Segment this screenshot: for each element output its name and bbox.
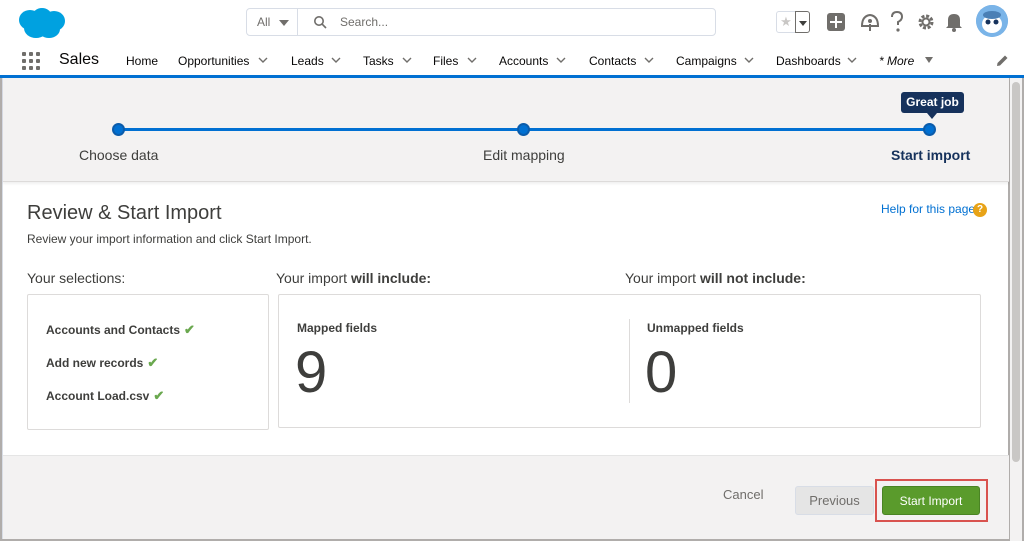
list-item: Add new records ✔ — [46, 355, 158, 371]
favorites-dropdown-icon[interactable] — [795, 11, 810, 33]
search-input[interactable]: Search... — [340, 15, 388, 29]
gear-icon[interactable] — [916, 12, 936, 32]
will-include-heading-prefix: Your import — [276, 270, 351, 286]
import-summary-panel: Mapped fields 9 Unmapped fields 0 — [278, 294, 981, 428]
page-subtitle: Review your import information and click… — [27, 232, 312, 246]
app-launcher-icon[interactable] — [22, 52, 40, 70]
selections-heading: Your selections: — [27, 270, 126, 286]
step-marker-edit-mapping — [517, 123, 530, 136]
chevron-down-icon[interactable] — [258, 56, 268, 64]
list-item: Account Load.csv ✔ — [46, 388, 164, 404]
great-job-tooltip: Great job — [901, 92, 964, 119]
trailhead-icon[interactable] — [859, 12, 881, 32]
selections-panel: Accounts and Contacts ✔ Add new records ✔ … — [27, 294, 269, 430]
chevron-down-icon[interactable] — [467, 56, 477, 64]
scrollbar-thumb[interactable] — [1012, 82, 1020, 462]
previous-button[interactable]: Previous — [795, 486, 874, 515]
header-utility-icons: ★ — [776, 5, 1016, 37]
global-actions-icon[interactable] — [826, 12, 846, 32]
chevron-down-icon[interactable] — [556, 56, 566, 64]
start-import-button[interactable]: Start Import — [882, 486, 980, 515]
content-area: Great job Choose data Edit mapping Start… — [0, 78, 1024, 541]
edit-pencil-icon[interactable] — [996, 54, 1009, 67]
bell-icon[interactable] — [945, 12, 963, 32]
help-question-icon[interactable]: ? — [973, 203, 987, 217]
star-icon[interactable]: ★ — [776, 11, 796, 33]
nav-item-accounts[interactable]: Accounts — [499, 54, 548, 68]
chevron-down-icon[interactable] — [847, 56, 857, 64]
scrollbar[interactable] — [1010, 78, 1022, 541]
cancel-button[interactable]: Cancel — [723, 487, 763, 502]
import-progress-path: Great job Choose data Edit mapping Start… — [3, 78, 1009, 182]
search-scope-select[interactable]: All — [247, 9, 298, 35]
help-icon[interactable] — [890, 11, 904, 33]
user-avatar-icon — [976, 5, 1008, 37]
salesforce-logo[interactable] — [14, 6, 66, 40]
chevron-down-icon[interactable] — [331, 56, 341, 64]
nav-item-campaigns[interactable]: Campaigns — [676, 54, 737, 68]
mapped-fields-count: 9 — [295, 340, 328, 405]
nav-item-files[interactable]: Files — [433, 54, 458, 68]
will-not-include-heading-bold: will not include: — [699, 270, 806, 286]
nav-item-dashboards[interactable]: Dashboards — [776, 54, 841, 68]
checkmark-icon: ✔ — [184, 322, 195, 337]
chevron-down-icon[interactable] — [644, 56, 654, 64]
step-label-choose-data: Choose data — [79, 147, 159, 163]
list-item: Accounts and Contacts ✔ — [46, 322, 195, 338]
nav-item-leads[interactable]: Leads — [291, 54, 324, 68]
summary-divider — [629, 319, 630, 403]
global-search[interactable]: All Search... — [246, 8, 716, 36]
will-not-include-heading-prefix: Your import — [625, 270, 700, 286]
help-link[interactable]: Help for this page — [881, 202, 975, 216]
nav-item-more[interactable]: * More — [879, 54, 914, 68]
caret-down-icon[interactable] — [924, 56, 934, 64]
chevron-down-icon[interactable] — [744, 56, 754, 64]
unmapped-fields-label: Unmapped fields — [647, 321, 744, 335]
search-icon — [314, 16, 327, 29]
app-name: Sales — [59, 51, 100, 68]
checkmark-icon: ✔ — [153, 388, 165, 403]
nav-item-home[interactable]: Home — [126, 54, 158, 68]
step-label-edit-mapping: Edit mapping — [483, 147, 565, 163]
step-marker-choose-data — [112, 123, 125, 136]
chevron-down-icon[interactable] — [402, 56, 412, 64]
app-nav-bar: Sales Home Opportunities Leads Tasks Fil… — [0, 44, 1024, 78]
import-wizard-card: Great job Choose data Edit mapping Start… — [2, 78, 1009, 539]
global-header: All Search... ★ — [0, 0, 1024, 44]
search-scope-value: All — [257, 15, 271, 29]
favorites-button[interactable]: ★ — [776, 11, 812, 33]
selection-action: Add new records — [46, 356, 144, 370]
avatar[interactable] — [976, 5, 1008, 37]
chevron-down-icon — [279, 20, 289, 26]
nav-item-tasks[interactable]: Tasks — [363, 54, 394, 68]
nav-item-opportunities[interactable]: Opportunities — [178, 54, 249, 68]
page-title: Review & Start Import — [27, 202, 222, 224]
mapped-fields-label: Mapped fields — [297, 321, 378, 335]
will-include-heading-bold: will include: — [350, 270, 432, 286]
nav-item-contacts[interactable]: Contacts — [589, 54, 636, 68]
step-marker-start-import — [923, 123, 936, 136]
will-include-heading: Your import will include: — [276, 270, 431, 286]
will-not-include-heading: Your import will not include: — [625, 270, 806, 286]
selection-object: Accounts and Contacts — [46, 323, 181, 337]
selection-file: Account Load.csv — [46, 389, 150, 403]
unmapped-fields-count: 0 — [645, 340, 678, 405]
step-label-start-import: Start import — [891, 147, 971, 163]
checkmark-icon: ✔ — [147, 355, 159, 370]
